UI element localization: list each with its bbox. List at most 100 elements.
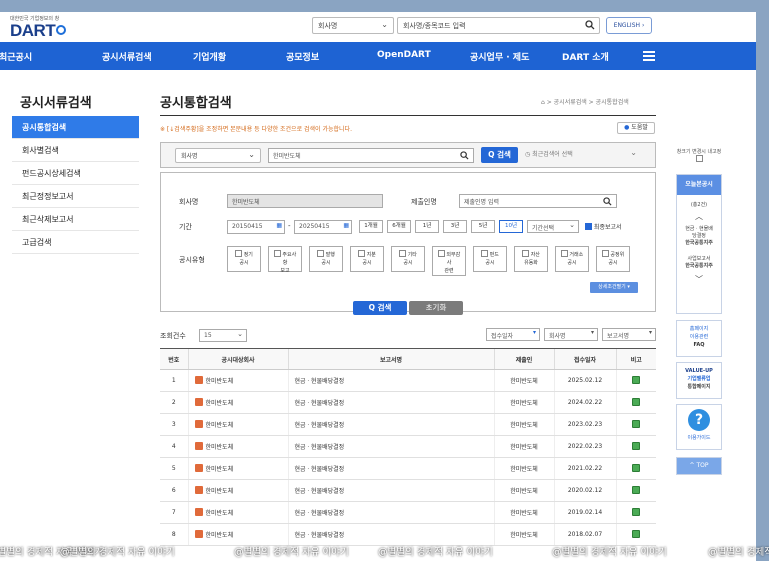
table-row[interactable]: 3 한미반도체 현금ㆍ현물배당결정 한미반도체 2023.02.23 [160, 413, 656, 436]
nav-item-search[interactable]: 공시서류검색 [102, 50, 152, 63]
type-ftc[interactable]: 공정위 공시 [596, 246, 630, 272]
type-other[interactable]: 기타 공시 [391, 246, 425, 272]
recent-item-2[interactable]: 사업보고서 한국공통지주 [677, 256, 721, 270]
cell-report[interactable]: 현금ㆍ현물배당결정 [287, 369, 494, 392]
cell-report[interactable]: 현금ㆍ현물배당결정 [287, 457, 494, 480]
home-icon[interactable]: ⌂ [541, 99, 545, 106]
chevron-down-icon[interactable]: ﹀ [677, 274, 721, 285]
type-fund[interactable]: 펀드 공시 [473, 246, 507, 272]
cell-report[interactable]: 현금ㆍ현물배당결정 [287, 413, 494, 436]
period-select[interactable]: 기간선택 ⌄ [527, 220, 579, 233]
help-button[interactable]: ● 도움말 [617, 122, 655, 134]
table-row[interactable]: 7 한미반도체 현금ㆍ현물배당결정 한미반도체 2019.02.14 [160, 501, 656, 524]
valueup-link[interactable]: VALUE-UP 기업밸류업 통합페이지 [676, 362, 722, 399]
checkbox-icon[interactable] [560, 250, 568, 257]
table-row[interactable]: 1 한미반도체 현금ㆍ현물배당결정 한미반도체 2025.02.12 [160, 369, 656, 392]
exchange-disclosure-icon[interactable] [632, 507, 641, 516]
period-5y-button[interactable]: 5년 [471, 220, 495, 233]
cell-note[interactable] [615, 523, 656, 546]
cell-note[interactable] [615, 391, 656, 414]
cell-note[interactable] [615, 413, 656, 436]
cell-note[interactable] [615, 369, 656, 392]
cell-company[interactable]: 한미반도체 [187, 369, 288, 392]
calendar-icon[interactable]: ▦ [343, 222, 349, 229]
sort-date-select[interactable]: 접수일자 ▾ [486, 328, 540, 341]
type-abs[interactable]: 자산 유동화 [514, 246, 548, 272]
exchange-disclosure-icon[interactable] [632, 485, 641, 494]
sidebar-item-company[interactable]: 회사별검색 [12, 139, 139, 162]
fixed-window-toggle[interactable]: 창크기 변경시 내고정 [676, 148, 722, 163]
cell-company[interactable]: 한미반도체 [187, 435, 288, 458]
sidebar-item-fund[interactable]: 펀드공시상세검색 [12, 162, 139, 185]
guide-link[interactable]: ? 이용가이드 [676, 404, 722, 450]
sidebar-item-integrated[interactable]: 공시통합검색 [12, 116, 139, 139]
period-1y-button[interactable]: 1년 [415, 220, 439, 233]
sidebar-item-deleted[interactable]: 최근삭제보고서 [12, 208, 139, 231]
nav-item-opendart[interactable]: OpenDART [377, 50, 431, 60]
checkbox-icon[interactable] [358, 250, 366, 257]
checkbox-icon[interactable] [399, 250, 407, 257]
detail-toggle-button[interactable]: 상세조건펼기 ▾ [590, 282, 638, 293]
date-from-field[interactable]: 20150415 ▦ [227, 220, 285, 234]
recent-item-1[interactable]: 현금ㆍ현물배 당결정 한국공통지주 [677, 226, 721, 247]
company-type-select[interactable]: 회사명 ⌄ [312, 17, 394, 34]
checkbox-icon[interactable] [317, 250, 325, 257]
dart-logo[interactable]: DART [10, 21, 67, 41]
table-row[interactable]: 2 한미반도체 현금ㆍ현물배당결정 한미반도체 2024.02.22 [160, 391, 656, 414]
exchange-disclosure-icon[interactable] [632, 375, 641, 384]
table-row[interactable]: 4 한미반도체 현금ㆍ현물배당결정 한미반도체 2022.02.23 [160, 435, 656, 458]
recent-search-select[interactable]: ◷ 최근검색어 선택 ⌄ [525, 148, 641, 163]
checkbox-icon[interactable] [481, 250, 489, 257]
type-periodic[interactable]: 정기 공시 [227, 246, 261, 272]
quick-search-button[interactable]: Q 검색 [481, 147, 518, 163]
cell-report[interactable]: 현금ㆍ현물배당결정 [287, 523, 494, 546]
checkbox-icon[interactable] [235, 250, 243, 257]
cell-note[interactable] [615, 457, 656, 480]
period-3y-button[interactable]: 3년 [443, 220, 467, 233]
sidebar-item-advanced[interactable]: 고급검색 [12, 231, 139, 254]
top-button[interactable]: ^ TOP [676, 457, 722, 475]
sidebar-item-corrected[interactable]: 최근정정보고서 [12, 185, 139, 208]
quick-search-input[interactable]: 한미반도체 [268, 148, 474, 163]
exchange-disclosure-icon[interactable] [632, 441, 641, 450]
sort-company-select[interactable]: 회사명 ▾ [544, 328, 598, 341]
cell-note[interactable] [615, 435, 656, 458]
table-row[interactable]: 5 한미반도체 현금ㆍ현물배당결정 한미반도체 2021.02.22 [160, 457, 656, 480]
cell-company[interactable]: 한미반도체 [187, 391, 288, 414]
type-audit[interactable]: 외부감 사 관련 [432, 246, 466, 276]
cell-company[interactable]: 한미반도체 [187, 501, 288, 524]
nav-item-system[interactable]: 공시업무 · 제도 [470, 50, 529, 63]
result-count-select[interactable]: 15 ⌄ [199, 329, 247, 342]
cell-company[interactable]: 한미반도체 [187, 523, 288, 546]
table-row[interactable]: 6 한미반도체 현금ㆍ현물배당결정 한미반도체 2020.02.12 [160, 479, 656, 502]
nav-item-recent[interactable]: 최근공시 [0, 50, 32, 63]
cell-company[interactable]: 한미반도체 [187, 479, 288, 502]
exchange-disclosure-icon[interactable] [632, 419, 641, 428]
submitter-field[interactable]: 제출인명 입력 [459, 194, 617, 208]
search-icon[interactable] [460, 151, 469, 160]
header-search-input[interactable]: 회사명/종목코드 입력 [397, 17, 600, 34]
menu-icon[interactable] [643, 51, 655, 61]
search-type-select[interactable]: 회사명 ⌄ [175, 148, 261, 163]
checkbox-checked-icon[interactable] [585, 223, 592, 230]
period-10y-button[interactable]: 10년 [499, 220, 523, 233]
type-exchange[interactable]: 거래소 공시 [555, 246, 589, 272]
cell-report[interactable]: 현금ㆍ현물배당결정 [287, 501, 494, 524]
chevron-up-icon[interactable]: ︿ [677, 211, 721, 222]
form-search-button[interactable]: Q 검색 [353, 301, 407, 315]
checkbox-icon[interactable] [522, 250, 530, 257]
period-6m-button[interactable]: 6개월 [387, 220, 411, 233]
english-button[interactable]: ENGLISH › [606, 17, 652, 34]
nav-item-about[interactable]: DART 소개 [562, 50, 609, 63]
period-1m-button[interactable]: 1개월 [359, 220, 383, 233]
calendar-icon[interactable]: ▦ [276, 222, 282, 229]
checkbox-icon[interactable] [601, 250, 609, 257]
exchange-disclosure-icon[interactable] [632, 463, 641, 472]
table-row[interactable]: 8 한미반도체 현금ㆍ현물배당결정 한미반도체 2018.02.07 [160, 523, 656, 546]
search-icon[interactable] [585, 20, 595, 30]
date-to-field[interactable]: 20250415 ▦ [294, 220, 352, 234]
reset-button[interactable]: 초기화 [409, 301, 463, 315]
type-issue[interactable]: 발행 공시 [309, 246, 343, 272]
exchange-disclosure-icon[interactable] [632, 529, 641, 538]
cell-note[interactable] [615, 501, 656, 524]
